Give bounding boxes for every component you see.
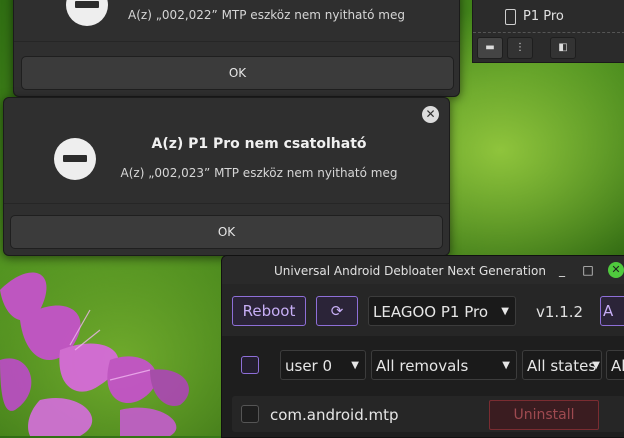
tree-icon[interactable]: ⋮ <box>507 37 533 59</box>
ok-button[interactable]: OK <box>21 56 454 90</box>
removal-select[interactable]: All removals ▼ <box>371 350 517 380</box>
select-all-checkbox[interactable] <box>241 356 259 374</box>
state-select[interactable]: All states ▼ <box>522 350 602 380</box>
package-checkbox[interactable] <box>241 405 259 423</box>
window-title: Universal Android Debloater Next Generat… <box>274 264 546 278</box>
reboot-button[interactable]: Reboot <box>232 296 306 326</box>
chevron-down-icon: ▼ <box>502 360 510 371</box>
filter-bar: user 0 ▼ All removals ▼ All states ▼ Al <box>222 336 624 396</box>
chevron-down-icon: ▼ <box>351 360 359 371</box>
dialog-message: A(z) „002,023” MTP eszköz nem nyitható m… <box>120 166 398 180</box>
window-titlebar[interactable]: Universal Android Debloater Next Generat… <box>222 256 624 284</box>
uninstall-button[interactable]: Uninstall <box>489 400 599 430</box>
chevron-down-icon: ▼ <box>592 360 600 371</box>
uad-window: Universal Android Debloater Next Generat… <box>221 255 624 438</box>
about-button[interactable]: A <box>600 296 624 326</box>
list-select[interactable]: Al <box>606 350 624 380</box>
package-row[interactable]: com.android.mtp Uninstall <box>232 396 624 432</box>
minimize-button[interactable]: _ <box>554 262 570 278</box>
package-name: com.android.mtp <box>270 406 399 424</box>
maximize-button[interactable]: □ <box>580 262 596 278</box>
device-select[interactable]: LEAGOO P1 Pro ▼ <box>368 296 516 326</box>
divider <box>14 41 459 42</box>
ok-button[interactable]: OK <box>10 215 443 249</box>
mtp-error-dialog-1: A(z) „002,022” MTP eszköz nem nyitható m… <box>13 0 460 97</box>
close-button[interactable]: ✕ <box>608 262 624 278</box>
refresh-button[interactable]: ⟳ <box>316 296 358 326</box>
file-manager-sidebar: P1 Pro ▬ ⋮ ◧ <box>472 0 624 63</box>
sidebar-item-device[interactable]: P1 Pro <box>473 2 624 33</box>
close-icon[interactable]: ✕ <box>422 106 439 123</box>
user-select[interactable]: user 0 ▼ <box>280 350 366 380</box>
device-select-value: LEAGOO P1 Pro <box>373 303 488 321</box>
device-label: P1 Pro <box>523 9 564 24</box>
dialog-message: A(z) „002,022” MTP eszköz nem nyitható m… <box>128 8 405 22</box>
chevron-down-icon: ▼ <box>501 306 509 317</box>
version-label: v1.1.2 <box>536 303 584 321</box>
divider <box>4 203 449 204</box>
mtp-error-dialog-2: ✕ A(z) P1 Pro nem csatolható A(z) „002,0… <box>3 97 450 256</box>
refresh-icon: ⟳ <box>330 302 344 320</box>
sidebar-icon[interactable]: ◧ <box>550 37 576 59</box>
phone-icon <box>505 9 516 25</box>
wallpaper-flower <box>0 272 189 436</box>
dialog-title: A(z) P1 Pro nem csatolható <box>151 136 367 152</box>
folder-icon[interactable]: ▬ <box>477 37 503 59</box>
toolbar: Reboot ⟳ LEAGOO P1 Pro ▼ v1.1.2 A <box>222 284 624 336</box>
